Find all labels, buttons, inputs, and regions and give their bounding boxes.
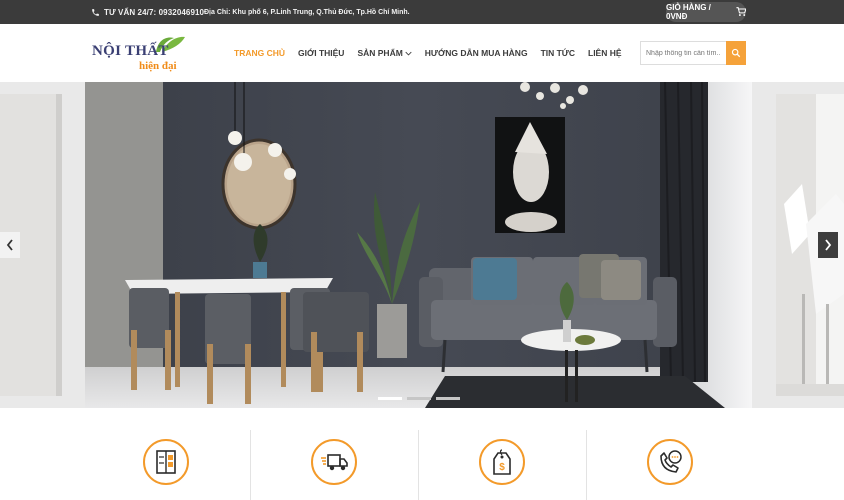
logo-line-1: NỘI THẤT: [92, 43, 169, 59]
slider-dot[interactable]: [436, 397, 460, 400]
feature-item-price: $: [478, 439, 526, 497]
nav-item-news[interactable]: TIN TỨC: [541, 48, 575, 58]
search-box: [640, 41, 746, 65]
nav-item-products[interactable]: SẢN PHẨM: [357, 48, 412, 58]
nav-item-about[interactable]: GIỚI THIỆU: [298, 48, 344, 58]
feature-divider: [418, 430, 419, 500]
main-nav: TRANG CHỦ GIỚI THIỆU SẢN PHẨM HƯỚNG DẪN …: [234, 24, 635, 82]
search-input[interactable]: [640, 41, 726, 65]
nav-label: TRANG CHỦ: [234, 48, 285, 58]
feature-row: $: [0, 408, 844, 500]
feature-icon-circle: $: [479, 439, 525, 485]
chevron-right-icon: [825, 239, 832, 251]
site-logo[interactable]: NỘI THẤT hiện đại: [92, 34, 185, 74]
feature-icon-circle: [143, 439, 189, 485]
feature-divider: [586, 430, 587, 500]
search-button[interactable]: [726, 41, 746, 65]
search-icon: [731, 48, 741, 58]
cart-label: GIỎ HÀNG / 0VNĐ: [666, 3, 711, 21]
nav-item-buying-guide[interactable]: HƯỚNG DẪN MUA HÀNG: [425, 48, 528, 58]
nav-label: HƯỚNG DẪN MUA HÀNG: [424, 48, 528, 58]
chevron-down-icon: [405, 51, 412, 56]
hotline[interactable]: TƯ VẤN 24/7: 0932046910: [91, 0, 204, 24]
phone-icon: [92, 8, 99, 16]
feature-divider: [250, 430, 251, 500]
nav-label: SẢN PHẨM: [357, 48, 403, 58]
price-tag-icon: $: [493, 449, 511, 475]
logo-line-2: hiện đại: [139, 60, 177, 72]
slider-pagination: [378, 397, 465, 400]
site-header: NỘI THẤT hiện đại TRANG CHỦ GIỚI THIỆU S…: [0, 24, 844, 82]
feature-item-furniture: [142, 439, 190, 497]
feature-item-support: [646, 439, 694, 497]
nav-item-home[interactable]: TRANG CHỦ: [234, 48, 285, 58]
phone-support-icon: [660, 450, 682, 473]
top-bar: TƯ VẤN 24/7: 0932046910 Địa Chỉ: Khu phố…: [0, 0, 844, 24]
slider-next-button[interactable]: [818, 232, 838, 258]
cart-icon: [736, 7, 746, 16]
svg-text:$: $: [499, 462, 505, 473]
slider-dot[interactable]: [378, 397, 402, 400]
nav-item-contact[interactable]: LIÊN HỆ: [588, 48, 622, 58]
hotline-text: TƯ VẤN 24/7: 0932046910: [104, 7, 205, 17]
chevron-left-icon: [6, 239, 13, 251]
feature-icon-circle: [311, 439, 357, 485]
wardrobe-icon: [156, 450, 176, 474]
nav-label: TIN TỨC: [540, 48, 575, 58]
nav-label: LIÊN HỆ: [588, 48, 622, 58]
nav-label: GIỚI THIỆU: [298, 48, 345, 58]
slider-prev-button[interactable]: [0, 232, 20, 258]
hero-slider: [0, 82, 844, 408]
slider-dot[interactable]: [407, 397, 431, 400]
feature-icon-circle: [647, 439, 693, 485]
store-address: Địa Chỉ: Khu phố 6, P.Linh Trung, Q.Thủ …: [204, 8, 410, 16]
cart-button[interactable]: GIỎ HÀNG / 0VNĐ: [666, 2, 746, 22]
feature-item-delivery: [310, 439, 358, 497]
delivery-truck-icon: [321, 454, 348, 471]
hero-room-image: [85, 82, 752, 408]
